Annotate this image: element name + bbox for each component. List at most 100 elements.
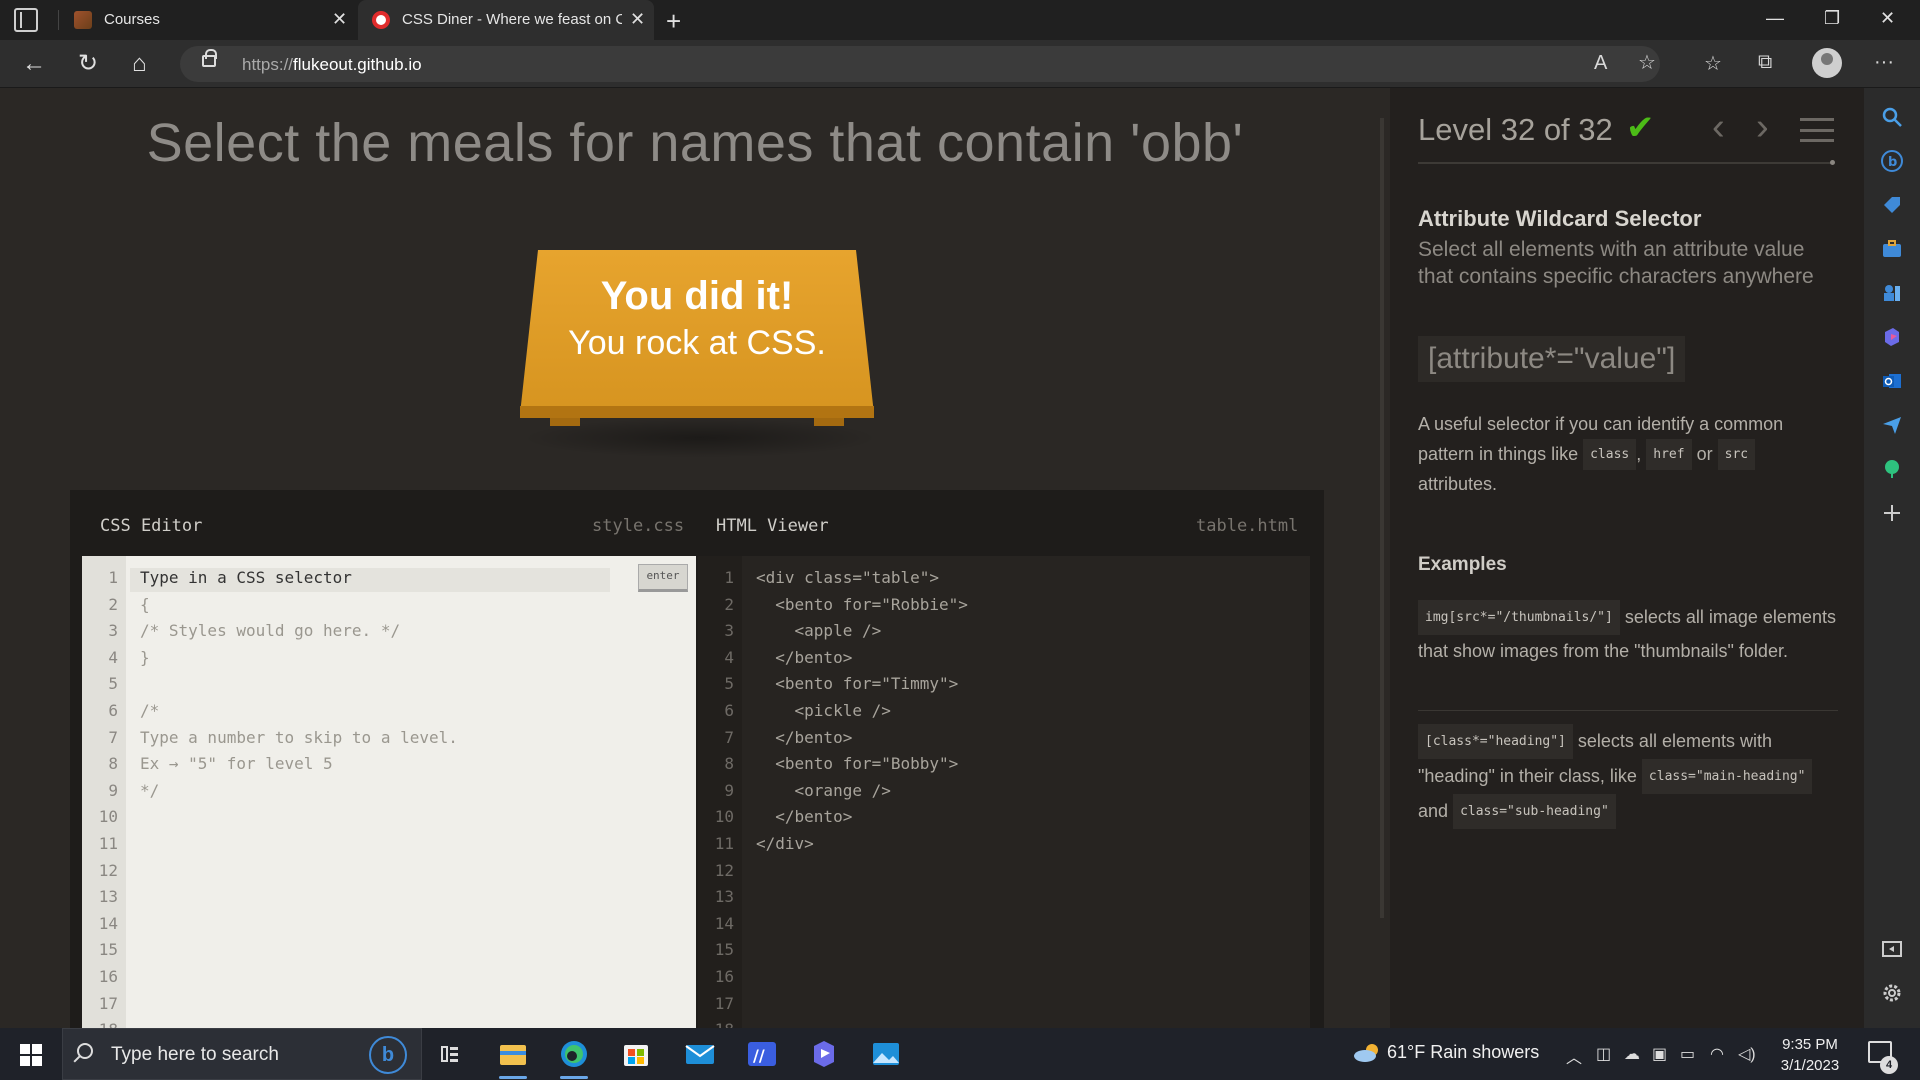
tab-css-diner[interactable]: CSS Diner - Where we feast on CSS Select… [358,0,654,40]
html-code-line: <pickle /> [756,701,891,720]
games-icon[interactable] [1881,282,1903,304]
close-window-icon[interactable]: ✕ [1880,8,1895,29]
bing-icon[interactable]: b [369,1036,407,1074]
css-code-line: /* [140,701,160,720]
courses-favicon-icon [74,11,92,29]
clock[interactable]: 9:35 PM 3/1/2023 [1770,1034,1850,1076]
html-code-line: <div class="table"> [756,568,940,587]
show-hidden-icons-icon[interactable]: ︿ [1566,1044,1582,1068]
add-icon[interactable] [1881,502,1903,524]
back-icon[interactable]: ← [22,50,46,78]
windows-start-icon[interactable] [20,1044,42,1066]
example-divider [1418,710,1838,711]
html-code-line: </bento> [756,647,853,667]
svg-text://: // [753,1046,765,1065]
line-number: 7 [724,727,734,747]
settings-gear-icon[interactable] [1881,982,1903,1004]
line-number: 11 [714,834,734,853]
read-aloud-icon[interactable]: A [1594,52,1607,75]
url-text: https://flukeout.github.io [242,55,422,74]
new-tab-icon[interactable]: + [666,6,681,37]
level-progress-bar [1418,162,1834,164]
previous-level-icon[interactable]: ‹ [1712,106,1725,149]
onedrive-icon[interactable]: ☁ [1624,1044,1640,1064]
level-menu-icon[interactable] [1800,118,1834,142]
enter-button[interactable]: enter [638,564,688,592]
html-code-line: </div> [756,834,814,853]
outlook-icon[interactable] [1881,370,1903,392]
rain-cloud-icon [1352,1042,1382,1064]
line-number: 2 [724,594,734,614]
tab-actions-icon[interactable] [14,8,38,32]
line-number: 16 [714,967,734,986]
copilot-app-icon[interactable] [806,1036,842,1072]
tools-icon[interactable] [1881,238,1903,260]
example-item: [class*="heading"] selects all elements … [1418,724,1838,829]
collections-icon[interactable]: ⧉ [1758,51,1772,74]
code-chip: img[src*="/thumbnails/"] [1418,600,1620,635]
selector-hint: A useful selector if you can identify a … [1418,414,1784,494]
tree-icon[interactable] [1881,458,1903,480]
line-number: 11 [98,834,118,853]
success-title: You did it! [600,274,794,318]
microsoft-store-icon[interactable] [618,1036,654,1072]
bing-icon[interactable]: b [1881,150,1903,172]
line-number: 15 [98,940,118,960]
refresh-icon[interactable]: ↻ [78,50,98,78]
home-icon[interactable]: ⌂ [132,50,147,78]
display-icon[interactable]: ▣ [1652,1044,1667,1064]
completed-check-icon: ✔ [1626,109,1655,147]
minimize-icon[interactable]: — [1766,8,1784,29]
favorites-icon[interactable]: ☆ [1704,51,1722,76]
html-code-line: </bento> [756,807,853,827]
taskbar-search-input[interactable]: Type here to search b [62,1028,422,1080]
url-field[interactable]: https://flukeout.github.io A ☆ [180,46,1660,82]
profile-avatar[interactable] [1812,48,1842,78]
battery-icon[interactable]: ▭ [1680,1044,1695,1064]
file-explorer-icon[interactable] [495,1036,531,1079]
add-favorite-icon[interactable]: ☆ [1638,50,1656,75]
line-number: 4 [724,647,734,667]
volume-icon[interactable]: ◁) [1738,1044,1756,1064]
more-menu-icon[interactable]: ··· [1874,51,1894,74]
next-level-icon[interactable]: › [1756,106,1769,149]
address-bar: ← ↻ ⌂ https://flukeout.github.io A ☆ ☆ ⧉… [0,40,1920,88]
scrollbar[interactable] [1380,118,1384,918]
meet-icon[interactable]: ◫ [1596,1044,1611,1064]
line-number: 4 [108,647,118,667]
app-icon[interactable]: // [744,1036,780,1072]
line-number: 5 [108,674,118,694]
shopping-tag-icon[interactable] [1881,194,1903,216]
line-number: 14 [714,913,734,933]
code-chip: src [1717,439,1756,470]
wifi-icon[interactable]: ◠ [1710,1044,1724,1064]
line-number: 3 [724,621,734,641]
editor-panel: CSS Editor style.css HTML Viewer table.h… [70,490,1324,1028]
send-icon[interactable] [1881,414,1903,436]
edge-sidebar: b [1864,88,1920,1028]
mail-icon[interactable] [682,1036,718,1072]
line-number: 1 [724,568,734,587]
sidebar-collapse-icon[interactable] [1881,938,1903,960]
restore-icon[interactable]: ❐ [1824,8,1840,29]
code-chip: class [1583,439,1637,470]
html-code-line: <orange /> [756,780,891,800]
edge-browser-icon[interactable] [556,1036,592,1079]
photos-icon[interactable] [868,1036,904,1072]
close-tab-icon[interactable]: ✕ [332,9,347,30]
task-view-icon[interactable] [432,1036,468,1072]
close-tab-icon[interactable]: ✕ [630,9,645,30]
code-chip: href [1646,439,1692,470]
html-viewer-filename: table.html [1196,516,1299,536]
search-icon[interactable] [1881,106,1903,128]
table-leg [814,418,844,426]
tab-courses[interactable]: Courses ✕ [60,0,356,40]
examples-heading: Examples [1418,554,1507,575]
weather-widget[interactable]: 61°F Rain showers [1352,1042,1539,1064]
level-progress-marker [1830,160,1835,165]
copilot-icon[interactable] [1881,326,1903,348]
table-edge [520,406,874,418]
line-number: 9 [724,780,734,800]
level-title: Level 32 of 32 [1418,112,1613,147]
windows-taskbar: Type here to search b // 61°F Rain showe… [0,1028,1920,1080]
